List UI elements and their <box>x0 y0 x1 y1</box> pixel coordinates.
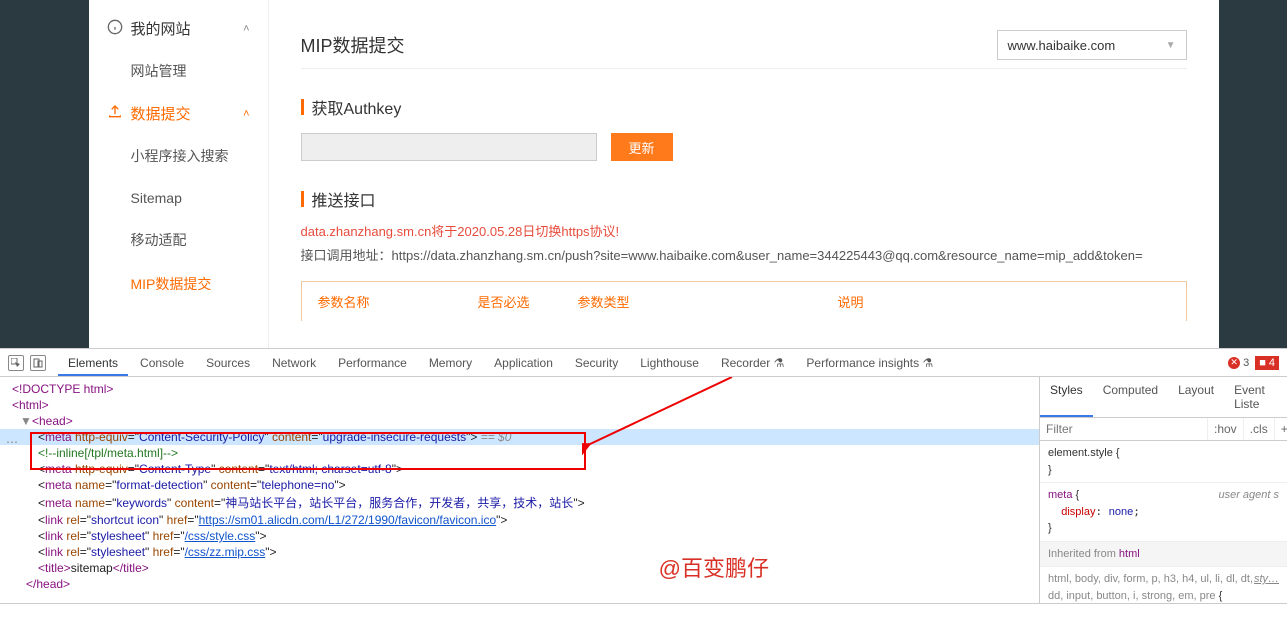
sidebar-item-mobile-adapt[interactable]: 移动适配 <box>89 218 268 262</box>
tab-security[interactable]: Security <box>565 350 628 376</box>
sidebar-item-miniprogram[interactable]: 小程序接入搜索 <box>89 134 268 178</box>
tab-performance[interactable]: Performance <box>328 350 417 376</box>
dom-line[interactable]: <meta name="keywords" content="神马站长平台，站长… <box>0 493 1039 512</box>
dom-line-selected[interactable]: <meta http-equiv="Content-Security-Polic… <box>0 429 1039 445</box>
col-desc: 说明 <box>822 282 1186 321</box>
hov-toggle[interactable]: :hov <box>1207 418 1243 440</box>
styles-tab-layout[interactable]: Layout <box>1168 377 1224 417</box>
tab-network[interactable]: Network <box>262 350 326 376</box>
dom-line[interactable]: ▼<head> <box>0 413 1039 429</box>
dom-line[interactable]: <meta http-equiv="Content-Type" content=… <box>0 461 1039 477</box>
styles-tab-styles[interactable]: Styles <box>1040 377 1093 417</box>
update-button[interactable]: 更新 <box>611 133 673 161</box>
dom-line[interactable]: <link rel="stylesheet" href="/css/style.… <box>0 528 1039 544</box>
dom-line[interactable]: <html> <box>0 397 1039 413</box>
col-param-name: 参数名称 <box>302 282 462 321</box>
dom-line[interactable]: <link rel="stylesheet" href="/css/zz.mip… <box>0 544 1039 560</box>
params-table: 参数名称 是否必选 参数类型 说明 <box>301 281 1187 321</box>
dom-line[interactable]: <!--inline[/tpl/meta.html]--> <box>0 445 1039 461</box>
flask-icon: ⚗ <box>922 356 933 370</box>
dom-tree-pane[interactable]: ⋯ <!DOCTYPE html> <html> ▼<head> <meta h… <box>0 377 1039 603</box>
domain-select[interactable]: www.haibaike.com ▼ <box>997 30 1187 60</box>
tab-recorder[interactable]: Recorder ⚗ <box>711 350 794 376</box>
flask-icon: ⚗ <box>774 356 785 370</box>
section-push-title: 推送接口 <box>301 187 1187 211</box>
inspect-icon[interactable] <box>8 355 24 371</box>
style-rule-meta[interactable]: user agent s meta { display: none; } <box>1040 483 1287 542</box>
sidebar-item-mip-submit[interactable]: MIP数据提交 <box>89 262 268 306</box>
styles-tab-events[interactable]: Event Liste <box>1224 377 1287 417</box>
app-window: 我的网站 ˄ 网站管理 数据提交 ˄ 小程序接入搜索 Sitemap 移动适配 … <box>0 0 1287 348</box>
dom-line[interactable]: <link rel="shortcut icon" href="https://… <box>0 512 1039 528</box>
styles-tab-computed[interactable]: Computed <box>1093 377 1168 417</box>
tab-perf-insights[interactable]: Performance insights ⚗ <box>796 350 943 376</box>
domain-select-value: www.haibaike.com <box>1008 38 1116 53</box>
col-required: 是否必选 <box>462 282 562 321</box>
col-type: 参数类型 <box>562 282 822 321</box>
styles-filter-input[interactable] <box>1040 418 1207 440</box>
page-title: MIP数据提交 <box>301 32 405 58</box>
style-inherited-label: Inherited from html <box>1040 542 1287 568</box>
add-style-button[interactable]: + <box>1274 418 1287 440</box>
sidebar: 我的网站 ˄ 网站管理 数据提交 ˄ 小程序接入搜索 Sitemap 移动适配 … <box>89 0 269 348</box>
cls-toggle[interactable]: .cls <box>1243 418 1274 440</box>
annotation-arrow <box>582 377 742 455</box>
tab-sources[interactable]: Sources <box>196 350 260 376</box>
devtools-toolbar: Elements Console Sources Network Perform… <box>0 349 1287 377</box>
sidebar-item-site-manage[interactable]: 网站管理 <box>89 49 268 93</box>
upload-icon <box>107 104 123 124</box>
sidebar-group-label: 我的网站 <box>131 18 191 39</box>
https-notice: data.zhanzhang.sm.cn将于2020.05.28日切换https… <box>301 221 1187 240</box>
sidebar-group-label: 数据提交 <box>131 103 191 124</box>
styles-pane: Styles Computed Layout Event Liste :hov … <box>1039 377 1287 603</box>
tab-lighthouse[interactable]: Lighthouse <box>630 350 709 376</box>
style-rule-reset[interactable]: sty… html, body, div, form, p, h3, h4, u… <box>1040 567 1287 603</box>
error-badge[interactable]: ✕3 <box>1228 357 1249 369</box>
dom-line[interactable]: <!DOCTYPE html> <box>0 381 1039 397</box>
main-content: MIP数据提交 www.haibaike.com ▼ 获取Authkey 更新 … <box>269 0 1219 348</box>
device-toggle-icon[interactable] <box>30 355 46 371</box>
api-url-text: 接口调用地址：https://data.zhanzhang.sm.cn/push… <box>301 246 1187 267</box>
sidebar-group-my-site[interactable]: 我的网站 ˄ <box>89 8 268 49</box>
section-authkey-title: 获取Authkey <box>301 95 1187 119</box>
chevron-up-icon: ˄ <box>243 108 249 120</box>
chevron-down-icon: ▼ <box>1166 40 1176 51</box>
tab-application[interactable]: Application <box>484 350 563 376</box>
style-rule-element[interactable]: element.style { } <box>1040 441 1287 483</box>
tab-memory[interactable]: Memory <box>419 350 482 376</box>
chevron-up-icon: ˄ <box>243 23 249 35</box>
dom-line[interactable]: <title>sitemap</title> <box>0 560 1039 576</box>
tab-console[interactable]: Console <box>130 350 194 376</box>
devtools-panel: Elements Console Sources Network Perform… <box>0 348 1287 621</box>
dom-breadcrumb[interactable] <box>0 603 1287 621</box>
more-icon[interactable]: ⋯ <box>2 435 22 449</box>
sidebar-item-sitemap[interactable]: Sitemap <box>89 178 268 218</box>
error-count-badge[interactable]: ■ 4 <box>1255 356 1279 370</box>
tab-elements[interactable]: Elements <box>58 350 128 376</box>
watermark-text: @百变鹏仔 <box>659 551 769 583</box>
sidebar-group-data-submit[interactable]: 数据提交 ˄ <box>89 93 268 134</box>
authkey-input[interactable] <box>301 133 597 161</box>
dom-line[interactable]: <meta name="format-detection" content="t… <box>0 477 1039 493</box>
info-icon <box>107 19 123 39</box>
dom-line[interactable]: </head> <box>0 576 1039 592</box>
